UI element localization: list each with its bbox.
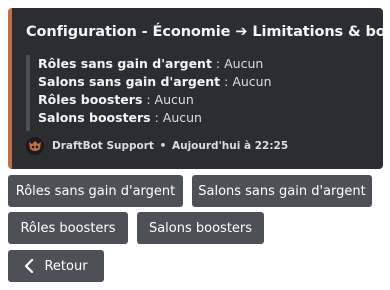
field-roles-no-gain: Rôles sans gain d'argent : Aucun — [38, 55, 272, 73]
roles-no-gain-button[interactable]: Rôles sans gain d'argent — [8, 175, 183, 207]
salons-no-gain-button[interactable]: Salons sans gain d'argent — [192, 175, 372, 207]
field-label: Rôles boosters — [38, 92, 143, 107]
back-button[interactable]: Retour — [8, 250, 104, 282]
field-value: : Aucun — [220, 74, 272, 89]
draftbot-avatar-icon — [26, 137, 44, 155]
footer-timestamp: Aujourd'hui à 22:25 — [171, 140, 289, 152]
roles-no-gain-button-label: Rôles sans gain d'argent — [15, 183, 176, 199]
field-label: Salons sans gain d'argent — [38, 74, 221, 89]
embed-quote-block: Rôles sans gain d'argent : Aucun Salons … — [26, 55, 272, 131]
salons-boosters-button[interactable]: Salons boosters — [137, 212, 264, 244]
chevron-left-icon — [25, 259, 34, 273]
embed-card: Configuration - Économie ➔ Limitations &… — [8, 8, 383, 169]
embed-footer: DraftBot Support • Aujourd'hui à 22:25 — [26, 136, 288, 156]
field-salons-no-gain: Salons sans gain d'argent : Aucun — [38, 73, 272, 91]
back-button-label: Retour — [44, 258, 88, 274]
field-value: : Aucun — [211, 56, 264, 71]
field-salons-boosters: Salons boosters : Aucun — [38, 109, 272, 127]
field-roles-boosters: Rôles boosters : Aucun — [38, 91, 272, 109]
field-label: Salons boosters — [38, 110, 151, 125]
roles-boosters-button-label: Rôles boosters — [20, 220, 116, 236]
field-value: : Aucun — [142, 92, 194, 107]
field-label: Rôles sans gain d'argent — [38, 56, 212, 71]
embed-title: Configuration - Économie ➔ Limitations &… — [26, 24, 383, 40]
footer-separator: • — [159, 140, 167, 152]
salons-boosters-button-label: Salons boosters — [148, 220, 253, 236]
salons-no-gain-button-label: Salons sans gain d'argent — [198, 183, 366, 199]
field-value: : Aucun — [150, 110, 202, 125]
footer-author: DraftBot Support — [52, 140, 154, 152]
roles-boosters-button[interactable]: Rôles boosters — [8, 212, 128, 244]
footer-text: DraftBot Support • Aujourd'hui à 22:25 — [52, 140, 288, 152]
